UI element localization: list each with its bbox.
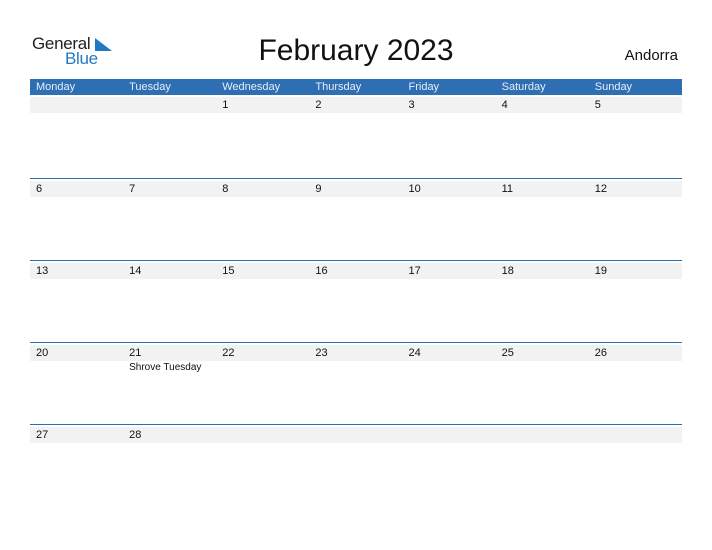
day-number — [496, 427, 589, 443]
day-number — [589, 427, 682, 443]
date-strip: 13 14 15 16 17 18 19 — [30, 263, 682, 279]
weekday-monday: Monday — [36, 81, 76, 93]
week-row: 6 7 8 9 10 11 12 — [30, 178, 682, 260]
day-number — [123, 97, 216, 113]
date-strip: 20 21 22 23 24 25 26 — [30, 345, 682, 361]
weekday-friday: Friday — [408, 81, 440, 93]
day-number: 9 — [315, 183, 322, 195]
weekday-saturday: Saturday — [501, 81, 546, 93]
date-strip: 27 28 — [30, 427, 682, 443]
weekday-tuesday: Tuesday — [129, 81, 171, 93]
day-number: 2 — [315, 99, 322, 111]
day-number: 6 — [36, 183, 43, 195]
day-number: 18 — [501, 265, 514, 277]
day-number: 20 — [36, 347, 49, 359]
day-number: 19 — [594, 265, 607, 277]
holiday-label — [309, 361, 402, 374]
week-row: 13 14 15 16 17 18 19 — [30, 260, 682, 342]
weekday-wednesday: Wednesday — [222, 81, 281, 93]
holiday-label — [589, 361, 682, 374]
day-number: 5 — [594, 99, 601, 111]
holiday-label: Shrove Tuesday — [129, 362, 202, 373]
day-number — [403, 427, 496, 443]
calendar-page: General Blue February 2023 Andorra Monda… — [0, 0, 712, 550]
holiday-label — [496, 361, 589, 374]
week-row: 20 21 22 23 24 25 26 Shrove Tuesday — [30, 342, 682, 424]
page-title: February 2023 — [258, 34, 454, 67]
day-number: 21 — [129, 347, 142, 359]
day-number: 28 — [129, 429, 142, 441]
day-number: 25 — [501, 347, 514, 359]
day-number: 4 — [501, 99, 508, 111]
day-number: 26 — [594, 347, 607, 359]
events-row: Shrove Tuesday — [30, 361, 682, 374]
day-number: 12 — [594, 183, 607, 195]
day-number: 14 — [129, 265, 142, 277]
day-number: 17 — [408, 265, 421, 277]
week-row: 1 2 3 4 5 — [30, 97, 682, 178]
day-number: 8 — [222, 183, 229, 195]
day-number: 7 — [129, 183, 136, 195]
calendar-grid: Monday Tuesday Wednesday Thursday Friday… — [30, 79, 682, 506]
weekday-thursday: Thursday — [315, 81, 362, 93]
weekday-sunday: Sunday — [594, 81, 633, 93]
date-strip: 6 7 8 9 10 11 12 — [30, 181, 682, 197]
day-number: 24 — [408, 347, 421, 359]
day-number: 15 — [222, 265, 235, 277]
weekday-header: Monday Tuesday Wednesday Thursday Friday… — [30, 79, 682, 95]
day-number — [30, 97, 123, 113]
holiday-label — [30, 361, 123, 374]
week-row: 27 28 — [30, 424, 682, 506]
country-label: Andorra — [624, 47, 678, 64]
holiday-label — [403, 361, 496, 374]
day-number: 22 — [222, 347, 235, 359]
day-number: 16 — [315, 265, 328, 277]
day-number: 10 — [408, 183, 421, 195]
holiday-label — [216, 361, 309, 374]
day-number: 1 — [222, 99, 229, 111]
day-number: 11 — [501, 183, 514, 195]
day-number — [216, 427, 309, 443]
day-number: 3 — [408, 99, 415, 111]
date-strip: 1 2 3 4 5 — [30, 97, 682, 113]
day-number: 13 — [36, 265, 49, 277]
day-number: 23 — [315, 347, 328, 359]
day-number — [309, 427, 402, 443]
day-number: 27 — [36, 429, 49, 441]
